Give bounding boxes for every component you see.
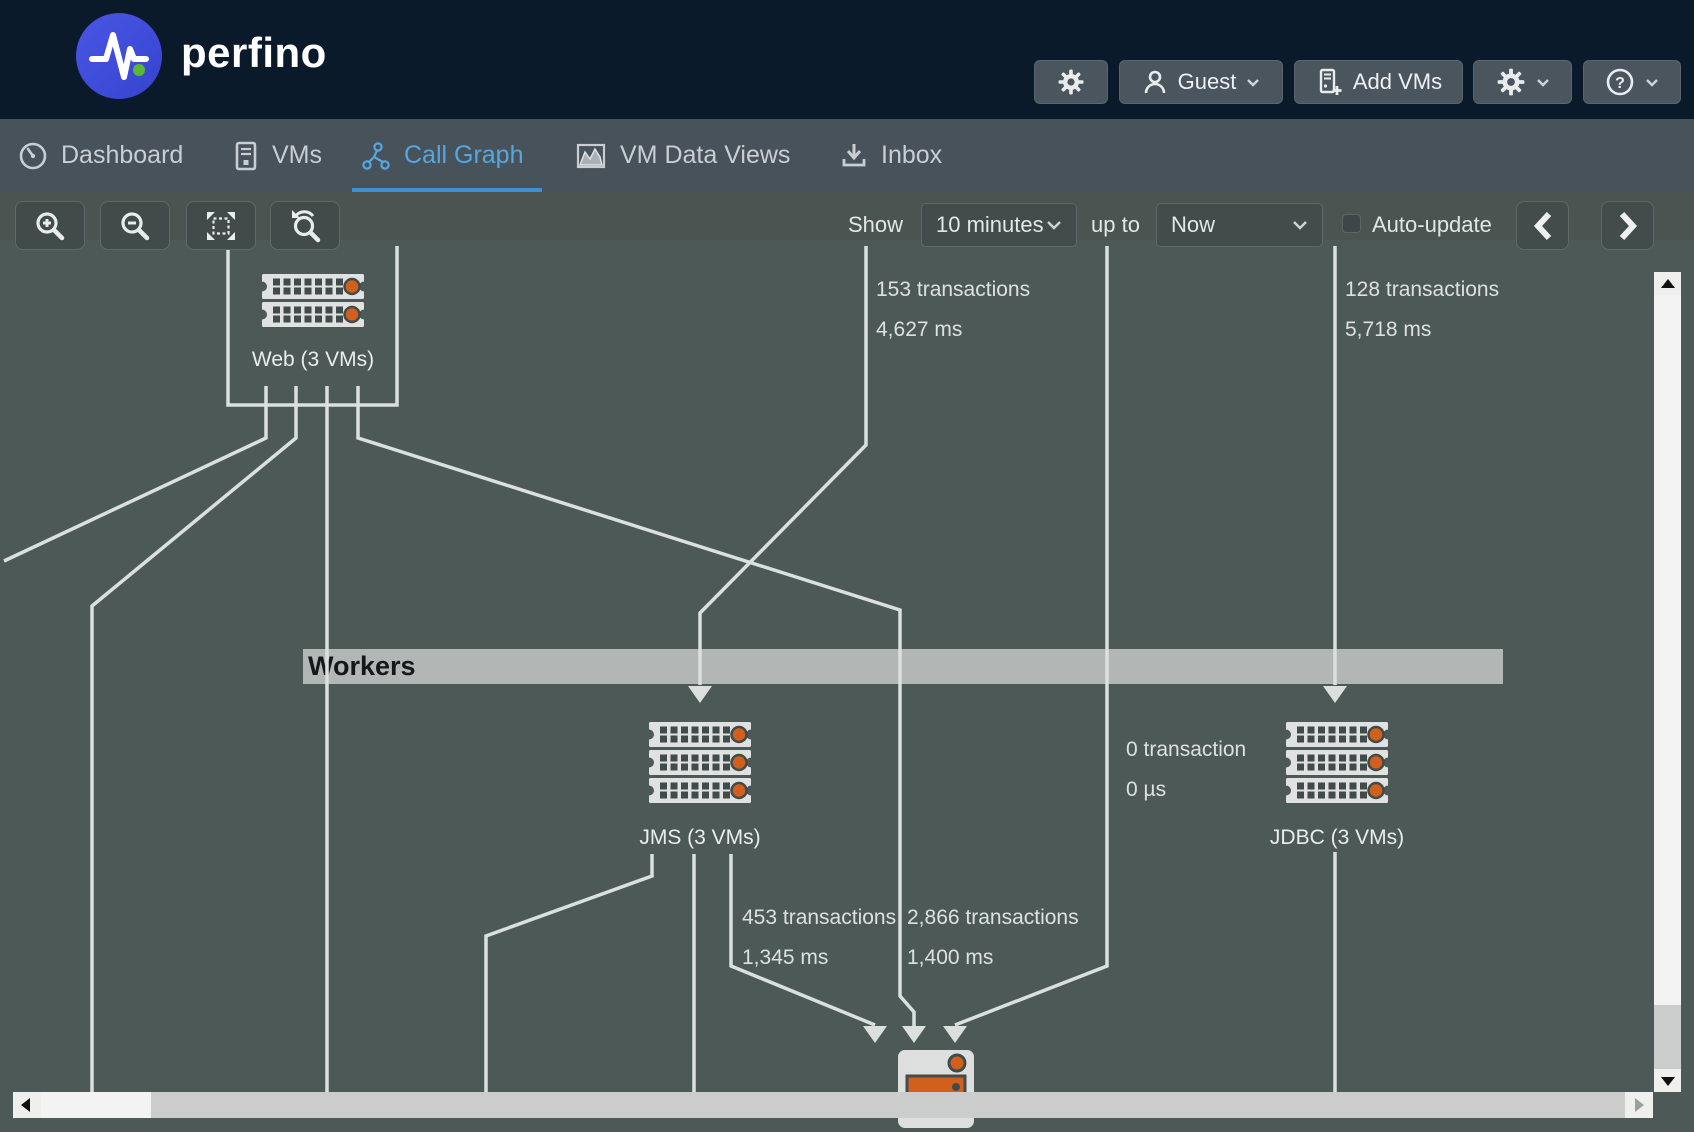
upto-value: Now xyxy=(1171,212,1215,238)
gear-icon xyxy=(1057,68,1085,96)
jms-node-label[interactable]: JMS (3 VMs) xyxy=(600,826,800,850)
scroll-up-button[interactable] xyxy=(1654,272,1681,295)
server-plus-icon xyxy=(1315,68,1343,96)
tab-dashboard-label: Dashboard xyxy=(61,141,183,170)
help-menu-button[interactable]: ? xyxy=(1583,60,1681,104)
tab-dashboard[interactable]: Dashboard xyxy=(18,119,183,192)
server-icon xyxy=(233,141,259,171)
gauge-icon xyxy=(18,141,48,171)
scroll-left-button[interactable] xyxy=(13,1092,41,1118)
chevron-down-icon xyxy=(1536,78,1550,87)
history-forward-button[interactable] xyxy=(1601,201,1654,250)
workers-band-label: Workers xyxy=(303,649,1503,683)
workers-band: Workers xyxy=(303,649,1503,684)
time-range-select[interactable]: 10 minutes xyxy=(921,203,1077,247)
edge-label-153: 153 transactions 4,627 ms xyxy=(876,278,1030,342)
help-icon: ? xyxy=(1605,67,1635,97)
tab-vms[interactable]: VMs xyxy=(233,119,322,192)
add-vms-label: Add VMs xyxy=(1353,69,1442,95)
auto-update-checkbox[interactable] xyxy=(1342,214,1361,233)
jms-node-icon[interactable] xyxy=(648,722,752,803)
active-tab-underline xyxy=(352,188,542,192)
svg-text:?: ? xyxy=(1615,75,1625,92)
settings-menu-button[interactable] xyxy=(1473,60,1572,104)
tab-call-graph-label: Call Graph xyxy=(404,141,524,170)
history-back-button[interactable] xyxy=(1516,201,1569,250)
fit-to-view-icon xyxy=(204,209,238,243)
add-vms-button[interactable]: Add VMs xyxy=(1294,60,1463,104)
chart-icon xyxy=(575,141,607,171)
edge-label-0: 0 transaction 0 µs xyxy=(1126,738,1246,802)
graph-nodes-icon xyxy=(361,141,391,171)
triangle-down-icon xyxy=(1661,1077,1675,1086)
chevron-down-icon xyxy=(1046,220,1062,230)
edge-label-2866: 2,866 transactions 1,400 ms xyxy=(907,906,1079,970)
main-nav: Dashboard VMs Call Graph xyxy=(0,119,1694,192)
upto-select[interactable]: Now xyxy=(1156,203,1323,247)
jdbc-node-icon[interactable] xyxy=(1285,722,1389,803)
horizontal-scrollbar[interactable] xyxy=(13,1092,1653,1118)
reset-zoom-button[interactable] xyxy=(270,201,340,250)
horizontal-scrollbar-thumb[interactable] xyxy=(41,1092,151,1118)
jdbc-node-label[interactable]: JDBC (3 VMs) xyxy=(1237,826,1437,850)
brand-name: perfino xyxy=(181,29,327,77)
chevron-down-icon xyxy=(1645,78,1659,87)
web-node-icon[interactable] xyxy=(261,274,365,327)
zoom-out-button[interactable] xyxy=(100,201,170,250)
chevron-left-icon xyxy=(1532,211,1554,241)
fit-to-view-button[interactable] xyxy=(186,201,256,250)
triangle-right-icon xyxy=(1635,1098,1644,1112)
tab-vm-data-views[interactable]: VM Data Views xyxy=(575,119,790,192)
chevron-right-icon xyxy=(1617,211,1639,241)
gear-icon xyxy=(1496,67,1526,97)
show-label: Show xyxy=(848,212,903,238)
scroll-down-button[interactable] xyxy=(1654,1069,1681,1092)
perfino-app: Workers xyxy=(0,0,1694,1132)
chevron-down-icon xyxy=(1292,220,1308,230)
zoom-out-icon xyxy=(118,209,152,243)
triangle-left-icon xyxy=(21,1098,30,1112)
perfino-logo xyxy=(76,13,162,99)
tab-vms-label: VMs xyxy=(272,141,322,170)
tab-call-graph[interactable]: Call Graph xyxy=(361,119,524,192)
upto-label: up to xyxy=(1091,212,1140,238)
guest-label: Guest xyxy=(1178,69,1237,95)
scroll-right-button[interactable] xyxy=(1625,1092,1653,1118)
guest-menu-button[interactable]: Guest xyxy=(1119,60,1283,104)
tab-inbox[interactable]: Inbox xyxy=(840,119,942,192)
settings-quick-button[interactable] xyxy=(1034,60,1108,104)
tab-inbox-label: Inbox xyxy=(881,141,942,170)
reset-zoom-icon xyxy=(288,209,322,243)
edge-label-128: 128 transactions 5,718 ms xyxy=(1345,278,1499,342)
triangle-up-icon xyxy=(1661,279,1675,288)
zoom-in-button[interactable] xyxy=(15,201,85,250)
tab-vm-data-views-label: VM Data Views xyxy=(620,141,790,170)
auto-update-label: Auto-update xyxy=(1372,212,1492,238)
time-range-value: 10 minutes xyxy=(936,212,1044,238)
web-node-label[interactable]: Web (3 VMs) xyxy=(213,348,413,372)
edge-label-453: 453 transactions 1,345 ms xyxy=(742,906,896,970)
app-header: perfino Guest xyxy=(0,0,1694,119)
chevron-down-icon xyxy=(1246,78,1260,87)
inbox-icon xyxy=(840,141,868,171)
person-icon xyxy=(1142,69,1168,95)
zoom-in-icon xyxy=(33,209,67,243)
vertical-scrollbar-thumb[interactable] xyxy=(1654,295,1681,1005)
vertical-scrollbar[interactable] xyxy=(1654,272,1681,1092)
